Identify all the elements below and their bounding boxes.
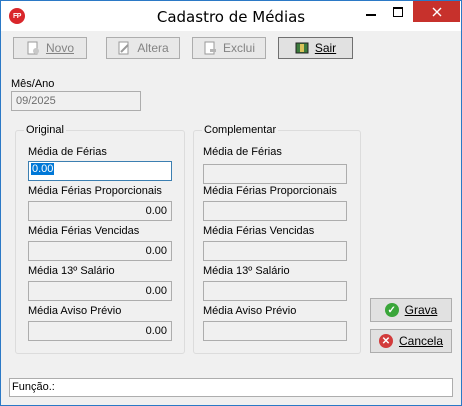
novo-label: Novo: [45, 41, 74, 55]
orig-ferias-proporcionais-input[interactable]: 0.00: [28, 201, 172, 221]
sair-button[interactable]: Sair: [278, 37, 353, 59]
close-button[interactable]: [413, 1, 460, 22]
orig-aviso-previo-input[interactable]: 0.00: [28, 321, 172, 341]
exit-icon: [295, 42, 309, 54]
orig-13-salario-label: Média 13º Salário: [28, 265, 115, 277]
delete-doc-icon: [204, 41, 216, 55]
cancel-icon: ✕: [378, 334, 393, 348]
orig-aviso-previo-label: Média Aviso Prévio: [28, 305, 122, 317]
funcao-label: Função.:: [12, 381, 55, 393]
orig-media-ferias-input[interactable]: 0.00: [28, 161, 172, 181]
orig-ferias-vencidas-label: Média Férias Vencidas: [28, 225, 140, 237]
exclui-button[interactable]: Exclui: [192, 37, 266, 59]
comp-ferias-proporcionais-label: Média Férias Proporcionais: [203, 185, 337, 197]
window: FP Cadastro de Médias Novo Altera Exclui…: [0, 0, 462, 406]
sair-label: Sair: [314, 41, 337, 55]
grava-label: Grava: [404, 303, 438, 317]
edit-doc-icon: [118, 41, 130, 55]
comp-aviso-previo-input: [203, 321, 347, 341]
comp-13-salario-input: [203, 281, 347, 301]
cancela-button[interactable]: ✕ Cancela: [370, 329, 452, 353]
comp-ferias-proporcionais-input: [203, 201, 347, 221]
orig-ferias-vencidas-input[interactable]: 0.00: [28, 241, 172, 261]
orig-ferias-proporcionais-label: Média Férias Proporcionais: [28, 185, 162, 197]
grava-button[interactable]: ✓ Grava: [370, 298, 452, 322]
comp-aviso-previo-label: Média Aviso Prévio: [203, 305, 297, 317]
orig-media-ferias-value: 0.00: [31, 163, 55, 175]
new-doc-icon: [27, 41, 39, 55]
form-body: Novo Altera Exclui Sair Mês/Ano 09/2025 …: [8, 31, 454, 398]
funcao-status-bar: Função.:: [9, 378, 453, 397]
minimize-button[interactable]: [357, 1, 384, 22]
novo-button[interactable]: Novo: [13, 37, 87, 59]
original-group-title: Original: [24, 124, 66, 136]
comp-media-ferias-input: [203, 164, 347, 184]
mes-ano-field: 09/2025: [11, 91, 141, 111]
maximize-button[interactable]: [384, 1, 411, 22]
title-bar: FP Cadastro de Médias: [1, 1, 461, 31]
close-icon: [432, 7, 441, 16]
orig-13-salario-input[interactable]: 0.00: [28, 281, 172, 301]
check-icon: ✓: [384, 303, 399, 317]
orig-media-ferias-label: Média de Férias: [28, 146, 107, 158]
minimize-icon: [365, 13, 376, 16]
comp-ferias-vencidas-label: Média Férias Vencidas: [203, 225, 315, 237]
altera-label: Altera: [137, 41, 169, 55]
maximize-icon: [392, 6, 403, 17]
altera-button[interactable]: Altera: [106, 37, 180, 59]
exclui-label: Exclui: [222, 41, 255, 55]
comp-media-ferias-label: Média de Férias: [203, 146, 282, 158]
mes-ano-label: Mês/Ano: [11, 78, 55, 90]
comp-ferias-vencidas-input: [203, 241, 347, 261]
comp-13-salario-label: Média 13º Salário: [203, 265, 290, 277]
cancela-label: Cancela: [398, 334, 444, 348]
complementar-group-title: Complementar: [202, 124, 279, 136]
